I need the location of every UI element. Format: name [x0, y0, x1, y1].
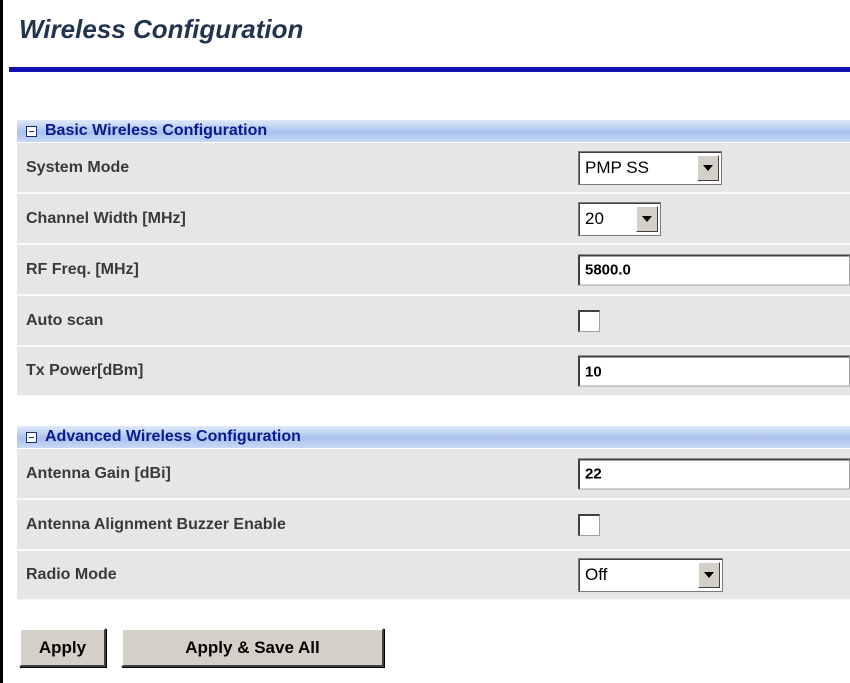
radio-mode-label: Radio Mode [26, 566, 117, 583]
system-mode-select[interactable]: PMP SS [578, 150, 722, 185]
rf-freq-input[interactable] [578, 254, 850, 285]
antenna-gain-label: Antenna Gain [dBi] [26, 464, 171, 482]
frame-border [0, 0, 3, 683]
antenna-gain-input[interactable] [578, 458, 850, 489]
buzzer-row: Antenna Alignment Buzzer Enable [17, 500, 850, 550]
auto-scan-row: Auto scan [17, 296, 850, 346]
tx-power-label: Tx Power[dBm] [26, 362, 144, 379]
antenna-gain-row: Antenna Gain [dBi] [17, 449, 850, 499]
page-title: Wireless Configuration [19, 14, 304, 44]
tx-power-row: Tx Power[dBm] [17, 347, 850, 396]
apply-save-all-button[interactable]: Apply & Save All [121, 628, 384, 667]
basic-section-header[interactable]: Basic Wireless Configuration [17, 120, 850, 142]
chevron-down-icon[interactable] [636, 205, 658, 232]
tx-power-input[interactable] [578, 355, 850, 387]
apply-button[interactable]: Apply [19, 628, 106, 667]
system-mode-value: PMP SS [585, 157, 649, 177]
radio-mode-select[interactable]: Off [578, 558, 723, 592]
system-mode-label: System Mode [26, 158, 130, 176]
radio-mode-value: Off [585, 565, 608, 584]
channel-width-select[interactable]: 20 [578, 201, 661, 236]
buzzer-label: Antenna Alignment Buzzer Enable [26, 515, 286, 533]
advanced-section-header[interactable]: Advanced Wireless Configuration [17, 426, 850, 448]
rf-freq-label: RF Freq. [MHz] [26, 260, 139, 278]
system-mode-row: System Mode PMP SS [17, 143, 850, 193]
auto-scan-checkbox[interactable] [578, 309, 600, 332]
radio-mode-row: Radio Mode Off [17, 551, 850, 600]
title-divider [9, 67, 850, 72]
rf-freq-row: RF Freq. [MHz] [17, 245, 850, 295]
collapse-icon[interactable] [26, 125, 37, 137]
basic-section-title: Basic Wireless Configuration [45, 122, 268, 139]
buzzer-checkbox[interactable] [578, 513, 600, 536]
auto-scan-label: Auto scan [26, 311, 104, 329]
collapse-icon[interactable] [26, 431, 37, 443]
chevron-down-icon[interactable] [697, 154, 719, 181]
channel-width-label: Channel Width [MHz] [26, 209, 186, 227]
channel-width-row: Channel Width [MHz] 20 [17, 194, 850, 244]
channel-width-value: 20 [585, 208, 604, 228]
chevron-down-icon[interactable] [698, 562, 720, 588]
advanced-section-title: Advanced Wireless Configuration [45, 428, 301, 445]
